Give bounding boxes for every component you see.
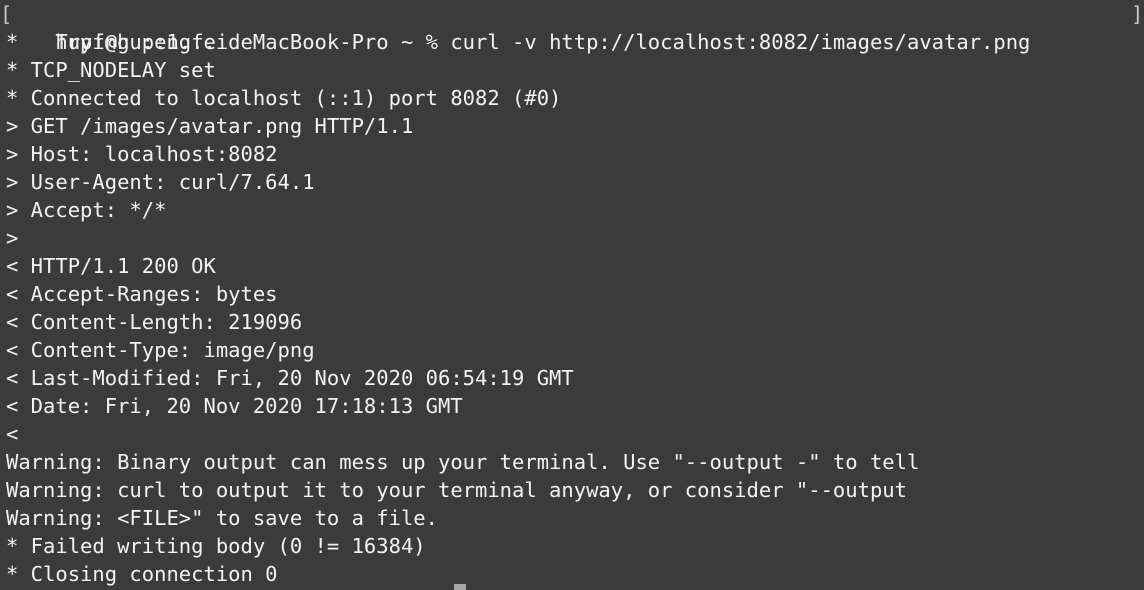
prompt-bracket-right: ]: [1131, 2, 1144, 26]
output-line: > Accept: */*: [6, 198, 167, 222]
output-line: > GET /images/avatar.png HTTP/1.1: [6, 114, 414, 138]
output-line: < HTTP/1.1 200 OK: [6, 254, 216, 278]
prompt-line: [ hupf@hupengfeideMacBook-Pro ~ % curl -v…: [0, 0, 1144, 54]
output-line: >: [6, 226, 19, 250]
terminal-window[interactable]: [ hupf@hupengfeideMacBook-Pro ~ % curl -v…: [0, 0, 1144, 590]
output-line: < Accept-Ranges: bytes: [6, 282, 278, 306]
output-line: Warning: curl to output it to your termi…: [6, 478, 907, 502]
output-line: * Failed writing body (0 != 16384): [6, 534, 426, 558]
output-line: Warning: <FILE>" to save to a file.: [6, 506, 438, 530]
output-line: < Last-Modified: Fri, 20 Nov 2020 06:54:…: [6, 366, 574, 390]
output-line: <: [6, 422, 19, 446]
output-line: * TCP_NODELAY set: [6, 58, 216, 82]
output-line: * Connected to localhost (::1) port 8082…: [6, 86, 562, 110]
output-line: < Date: Fri, 20 Nov 2020 17:18:13 GMT: [6, 394, 463, 418]
output-line: > Host: localhost:8082: [6, 142, 278, 166]
output-line: < Content-Length: 219096: [6, 310, 303, 334]
output-line: < Content-Type: image/png: [6, 338, 315, 362]
output-line: * Closing connection 0: [6, 562, 278, 586]
terminal-cursor: [454, 584, 466, 590]
prompt-bracket-left: [: [0, 2, 13, 26]
output-line: Warning: Binary output can mess up your …: [6, 450, 920, 474]
output-line: > User-Agent: curl/7.64.1: [6, 170, 315, 194]
shell-prompt: hupf@hupengfeideMacBook-Pro ~ %: [55, 30, 451, 54]
command-text: curl -v http://localhost:8082/images/ava…: [450, 30, 1031, 54]
